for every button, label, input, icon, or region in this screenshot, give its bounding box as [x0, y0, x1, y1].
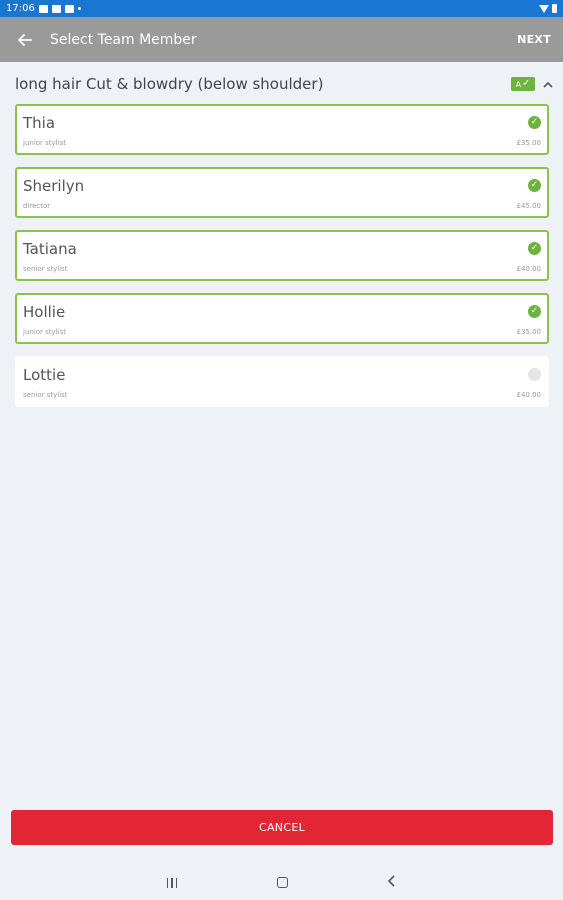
system-nav-bar — [0, 865, 563, 900]
more-notifications-icon — [77, 7, 81, 10]
select-all-toggle[interactable]: A ✓ — [511, 77, 535, 91]
arrow-left-icon — [18, 33, 32, 46]
cancel-button[interactable]: CANCEL — [11, 810, 553, 845]
member-price: £35.00 — [516, 328, 542, 336]
select-all-label: A — [515, 79, 522, 89]
member-name: Lottie — [23, 366, 66, 384]
member-name: Sherilyn — [23, 177, 85, 195]
back-nav-icon[interactable] — [388, 874, 396, 891]
home-icon[interactable] — [277, 877, 289, 888]
gallery-notification-icon — [38, 4, 48, 13]
member-role: junior stylist — [23, 139, 66, 147]
recent-apps-icon[interactable] — [166, 877, 178, 888]
member-price: £35.00 — [516, 139, 542, 147]
service-controls: A ✓ — [511, 77, 553, 91]
photo-notification-icon — [51, 4, 61, 13]
member-name: Tatiana — [23, 240, 77, 258]
member-role: director — [23, 202, 51, 210]
wifi-icon — [539, 4, 549, 13]
status-time: 17:06 — [6, 3, 35, 14]
select-all-check-icon: ✓ — [522, 78, 531, 89]
page-title: Select Team Member — [50, 31, 197, 48]
check-circle-icon: ✓ — [528, 116, 541, 129]
team-member-card[interactable]: Sherilyn director £45.00 ✓ — [15, 167, 549, 218]
chevron-up-icon[interactable] — [543, 77, 553, 91]
member-price: £40.00 — [516, 265, 542, 273]
empty-circle-icon — [528, 368, 541, 381]
check-circle-icon: ✓ — [528, 179, 541, 192]
member-name: Thia — [23, 114, 56, 132]
team-member-card[interactable]: Thia junior stylist £35.00 ✓ — [15, 104, 549, 155]
check-circle-icon: ✓ — [528, 242, 541, 255]
youtube-notification-icon — [64, 4, 74, 13]
check-circle-icon: ✓ — [528, 305, 541, 318]
member-role: senior stylist — [23, 265, 68, 273]
service-title: long hair Cut & blowdry (below shoulder) — [15, 75, 324, 93]
battery-icon — [552, 4, 557, 13]
member-price: £40.00 — [516, 391, 542, 399]
service-header: long hair Cut & blowdry (below shoulder)… — [15, 72, 553, 96]
team-member-card[interactable]: Hollie junior stylist £35.00 ✓ — [15, 293, 549, 344]
member-price: £45.00 — [516, 202, 542, 210]
status-bar: 17:06 — [0, 0, 563, 17]
team-member-card[interactable]: Lottie senior stylist £40.00 — [15, 356, 549, 407]
member-name: Hollie — [23, 303, 66, 321]
next-button[interactable]: NEXT — [505, 33, 563, 46]
app-bar: Select Team Member NEXT — [0, 17, 563, 62]
back-button[interactable] — [0, 17, 50, 62]
member-role: junior stylist — [23, 328, 66, 336]
member-role: senior stylist — [23, 391, 68, 399]
status-right — [539, 4, 557, 13]
status-left: 17:06 — [6, 3, 81, 14]
team-member-card[interactable]: Tatiana senior stylist £40.00 ✓ — [15, 230, 549, 281]
